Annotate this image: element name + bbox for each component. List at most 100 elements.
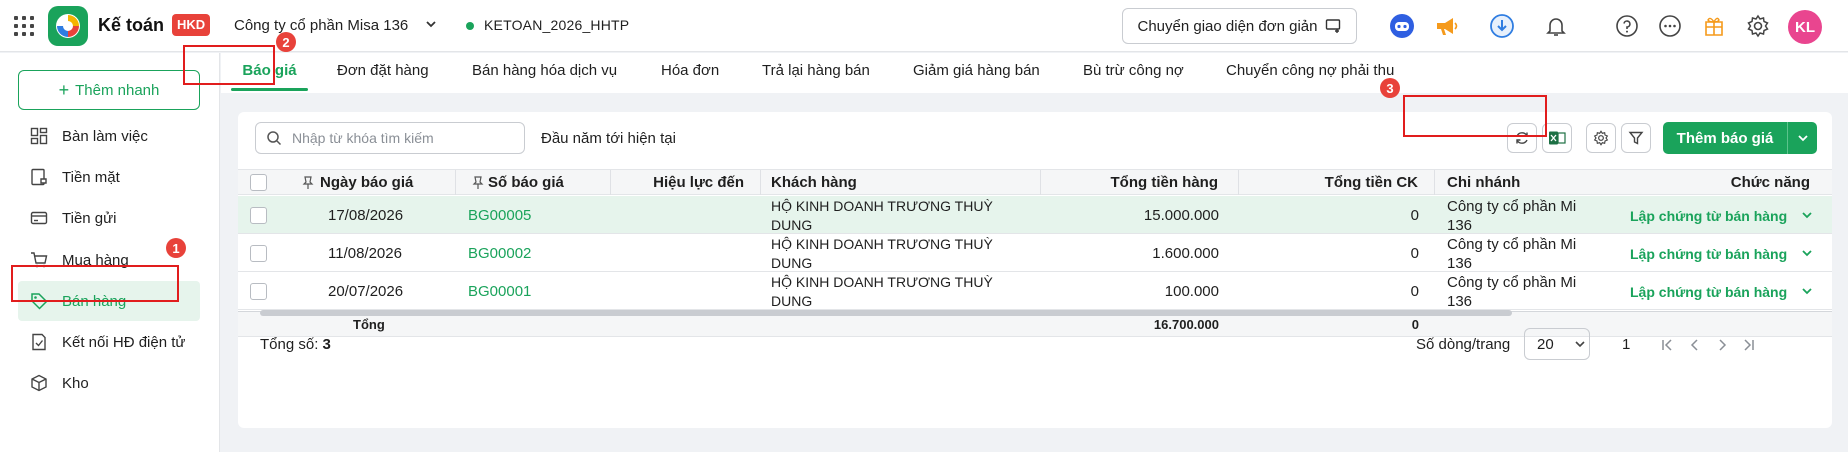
table-row[interactable]: 20/07/2026 BG00001 HỘ KINH DOANH TRƯƠNG …	[238, 272, 1832, 310]
add-quotation-label: Thêm báo giá	[1676, 129, 1774, 147]
annotation-badge: 2	[276, 32, 296, 52]
filter-button[interactable]	[1621, 123, 1651, 153]
cash-icon	[31, 168, 47, 186]
company-selector[interactable]: Công ty cổ phần Misa 136	[234, 17, 408, 34]
annotation-box-sales	[11, 265, 179, 302]
horizontal-scrollbar[interactable]	[260, 310, 1512, 316]
row-checkbox[interactable]	[250, 245, 267, 262]
user-avatar[interactable]: KL	[1788, 10, 1822, 44]
row-checkbox[interactable]	[250, 207, 267, 224]
search-input[interactable]	[292, 130, 512, 146]
tab-sales-order[interactable]: Đơn đặt hàng	[337, 53, 429, 93]
annotation-box-add-quotation	[1403, 95, 1547, 137]
summary-total-amount: 16.700.000	[1153, 317, 1219, 332]
column-valid-until[interactable]: Hiệu lực đến	[611, 170, 761, 195]
sidebar-item-label: Kho	[62, 374, 89, 392]
chevron-down-icon[interactable]	[1801, 209, 1813, 221]
next-page-icon[interactable]	[1715, 338, 1729, 352]
select-all-checkbox[interactable]	[250, 174, 267, 191]
add-quotation-button[interactable]: Thêm báo giá	[1663, 122, 1817, 154]
tab-sales-service[interactable]: Bán hàng hóa dịch vụ	[472, 53, 617, 93]
column-customer[interactable]: Khách hàng	[761, 170, 1041, 195]
app-logo	[48, 6, 88, 46]
plus-icon: +	[58, 80, 70, 100]
database-name[interactable]: KETOAN_2026_HHTP	[484, 17, 629, 33]
column-total-amount[interactable]: Tổng tiền hàng	[1041, 170, 1239, 195]
annotation-badge: 3	[1380, 78, 1400, 98]
rows-per-page-select[interactable]: 20	[1524, 328, 1590, 360]
simple-ui-button[interactable]: Chuyển giao diện đơn giản	[1122, 8, 1357, 44]
sidebar-item-warehouse[interactable]: Kho	[18, 363, 200, 403]
tab-debt-offset[interactable]: Bù trừ công nợ	[1083, 53, 1184, 93]
assistant-icon[interactable]	[1388, 12, 1416, 40]
quote-date: 11/08/2026	[328, 245, 402, 262]
gift-icon[interactable]	[1700, 12, 1728, 40]
hkd-badge: HKD	[172, 14, 211, 36]
settings-button[interactable]	[1586, 123, 1616, 153]
branch-name: Công ty cổ phần Mi	[1447, 236, 1577, 253]
tab-sales-discount[interactable]: Giảm giá hàng bán	[913, 53, 1040, 93]
table-row[interactable]: 17/08/2026 BG00005 HỘ KINH DOANH TRƯƠNG …	[238, 196, 1832, 234]
search-box[interactable]	[255, 122, 525, 154]
column-quote-date[interactable]: Ngày báo giá	[280, 170, 456, 195]
create-sales-voucher-link[interactable]: Lập chứng từ bán hàng	[1630, 284, 1787, 300]
total-amount: 100.000	[1164, 283, 1219, 300]
bank-card-icon	[30, 211, 48, 225]
sidebar-item-einvoice[interactable]: Kết nối HĐ điện tử	[18, 322, 200, 362]
add-quotation-dropdown[interactable]	[1788, 131, 1817, 145]
filter-icon	[1628, 131, 1644, 145]
column-actions: Chức năng	[1730, 174, 1810, 191]
row-checkbox[interactable]	[250, 283, 267, 300]
branch-name-cont: 136	[1447, 255, 1473, 272]
total-count: Tổng số: 3	[260, 336, 331, 353]
chevron-down-icon[interactable]	[424, 17, 438, 31]
branch-name: Công ty cổ phần Mi	[1447, 198, 1577, 215]
quote-number-link[interactable]: BG00005	[468, 207, 531, 224]
column-quote-number[interactable]: Số báo giá	[456, 170, 611, 195]
column-branch[interactable]: Chi nhánh	[1435, 170, 1595, 195]
quick-add-button[interactable]: + Thêm nhanh	[18, 70, 200, 110]
e-invoice-icon	[32, 333, 46, 351]
prev-page-icon[interactable]	[1688, 338, 1702, 352]
download-icon[interactable]	[1488, 12, 1516, 40]
last-page-icon[interactable]	[1742, 338, 1756, 352]
tab-receivable-transfer[interactable]: Chuyển công nợ phải thu	[1226, 53, 1394, 93]
sidebar-item-label: Kết nối HĐ điện tử	[62, 333, 186, 351]
sidebar-item-cash[interactable]: Tiền mặt	[18, 157, 200, 197]
gear-icon[interactable]	[1744, 12, 1772, 40]
tab-sales-return[interactable]: Trả lại hàng bán	[762, 53, 870, 93]
quotation-panel: Đầu năm tới hiện tại Thêm báo giá Ngày b…	[238, 112, 1832, 428]
create-sales-voucher-link[interactable]: Lập chứng từ bán hàng	[1630, 208, 1787, 224]
box-icon	[31, 374, 47, 392]
sidebar-item-label: Bàn làm việc	[62, 127, 148, 145]
chevron-down-icon	[1797, 135, 1808, 142]
total-count-label: Tổng số:	[260, 336, 319, 353]
column-discount[interactable]: Tổng tiền CK	[1239, 170, 1435, 195]
module-tabs: Báo giá Đơn đặt hàng Bán hàng hóa dịch v…	[221, 53, 1848, 93]
customer-name: HỘ KINH DOANH TRƯƠNG THUỲ	[771, 236, 993, 252]
megaphone-icon[interactable]	[1432, 12, 1460, 40]
customer-name-cont: DUNG	[771, 293, 813, 309]
more-icon[interactable]	[1656, 12, 1684, 40]
create-sales-voucher-link[interactable]: Lập chứng từ bán hàng	[1630, 246, 1787, 262]
sidebar: + Thêm nhanh Bàn làm việc Tiền mặt Tiền …	[0, 53, 220, 452]
sidebar-item-label: Tiền mặt	[62, 168, 120, 186]
tab-active-indicator	[231, 88, 308, 91]
chevron-down-icon[interactable]	[1801, 247, 1813, 259]
branch-name-cont: 136	[1447, 217, 1473, 234]
customer-name: HỘ KINH DOANH TRƯƠNG THUỲ	[771, 198, 993, 214]
quote-number-link[interactable]: BG00002	[468, 245, 531, 262]
tab-invoice[interactable]: Hóa đơn	[661, 53, 719, 93]
first-page-icon[interactable]	[1660, 338, 1674, 352]
chevron-down-icon[interactable]	[1801, 285, 1813, 297]
help-icon[interactable]	[1613, 12, 1641, 40]
period-filter[interactable]: Đầu năm tới hiện tại	[541, 130, 676, 147]
gear-icon	[1593, 130, 1609, 146]
sidebar-item-bank[interactable]: Tiền gửi	[18, 198, 200, 238]
app-launcher-icon[interactable]	[14, 16, 34, 36]
quote-number-link[interactable]: BG00001	[468, 283, 531, 300]
customer-name: HỘ KINH DOANH TRƯƠNG THUỲ	[771, 274, 993, 290]
bell-icon[interactable]	[1542, 12, 1570, 40]
sidebar-item-dashboard[interactable]: Bàn làm việc	[18, 116, 200, 156]
table-row[interactable]: 11/08/2026 BG00002 HỘ KINH DOANH TRƯƠNG …	[238, 234, 1832, 272]
